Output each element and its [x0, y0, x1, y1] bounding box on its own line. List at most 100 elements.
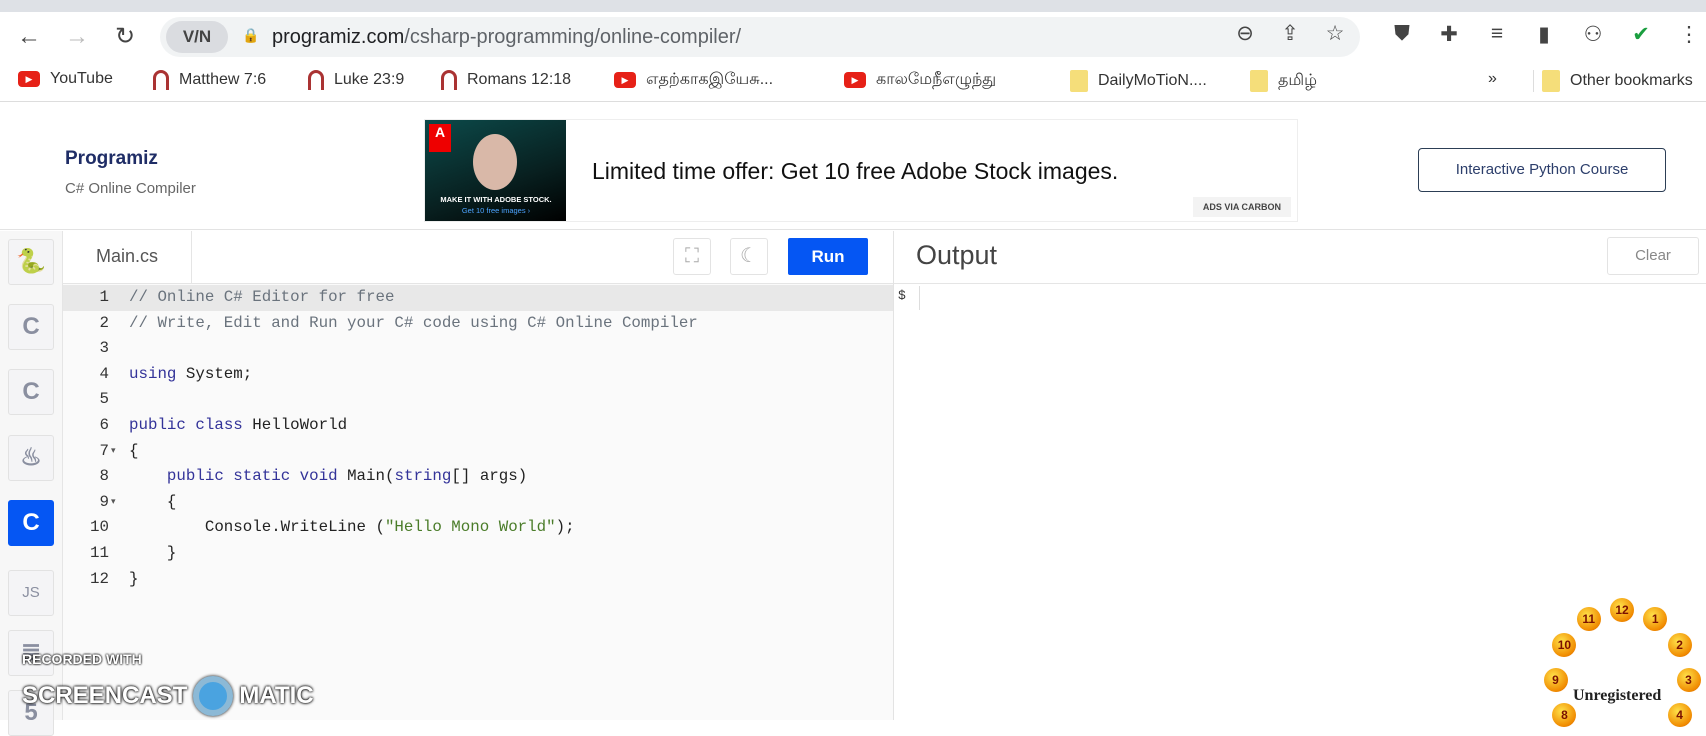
- address-bar[interactable]: V/N 🔒 programiz.com/csharp-programming/o…: [160, 17, 1360, 57]
- clock-number: 3: [1676, 668, 1701, 692]
- menu-icon[interactable]: ⋮: [1674, 22, 1704, 47]
- panel-divider[interactable]: [893, 231, 894, 720]
- bookmark-item[interactable]: ▶ எதற்காகஇயேசு...: [614, 70, 773, 90]
- ad-source[interactable]: ADS VIA CARBON: [1192, 197, 1291, 217]
- sidebar-item-java[interactable]: ♨: [8, 435, 54, 481]
- bookmark-label: YouTube: [50, 70, 113, 87]
- code-line[interactable]: 3: [63, 336, 893, 362]
- tab-main-cs[interactable]: Main.cs: [63, 231, 192, 284]
- clock-number: 9: [1543, 668, 1568, 692]
- code-text: {: [129, 441, 139, 460]
- reload-button[interactable]: ↻: [110, 22, 140, 52]
- url-text[interactable]: programiz.com/csharp-programming/online-…: [272, 26, 741, 49]
- watermark-right: MATIC: [239, 682, 314, 709]
- vpn-badge[interactable]: V/N: [166, 21, 228, 53]
- watermark-recorded: RECORDED WITH: [22, 651, 142, 667]
- media-icon[interactable]: ≡: [1482, 22, 1512, 46]
- back-button[interactable]: ←: [14, 22, 44, 52]
- youtube-icon: ▶: [844, 72, 866, 88]
- ad-caption: MAKE IT WITH ADOBE STOCK.: [440, 195, 552, 204]
- clock-number: 8: [1552, 703, 1577, 727]
- tab-strip: [0, 0, 1706, 12]
- shield-extension-icon[interactable]: ⛊: [1387, 22, 1417, 46]
- code-line[interactable]: 6 public class HelloWorld: [63, 413, 893, 439]
- code-line[interactable]: 11 }: [63, 541, 893, 567]
- lock-icon[interactable]: 🔒: [242, 27, 259, 44]
- ad-text[interactable]: Limited time offer: Get 10 free Adobe St…: [592, 158, 1118, 185]
- bookmark-star-icon[interactable]: ☆: [1320, 21, 1350, 46]
- profile-icon[interactable]: ⚇: [1578, 22, 1608, 47]
- clock-number: 10: [1552, 633, 1577, 657]
- bookmark-label: DailyMoTioN....: [1098, 72, 1207, 89]
- code-text: public class HelloWorld: [129, 416, 348, 434]
- code-line[interactable]: 8 public static void Main(string[] args): [63, 464, 893, 490]
- other-bookmarks-label: Other bookmarks: [1570, 72, 1693, 89]
- bookmarks-overflow-button[interactable]: »: [1488, 70, 1497, 88]
- code-text: // Write, Edit and Run your C# code usin…: [129, 313, 698, 332]
- ad-portrait: [473, 134, 517, 190]
- bookmark-label: எதற்காகஇயேசு...: [646, 71, 774, 88]
- security-check-icon[interactable]: ✔: [1626, 22, 1656, 47]
- line-number: 3: [99, 339, 109, 358]
- language-sidebar: 🐍 C C ♨ C JS ≣ 5: [0, 231, 63, 736]
- dark-mode-button[interactable]: ☾: [730, 238, 768, 275]
- output-gutter: [919, 286, 920, 310]
- bookmark-item[interactable]: Romans 12:18: [441, 70, 571, 90]
- code-text: // Online C# Editor for free: [129, 288, 395, 306]
- code-editor[interactable]: 1 // Online C# Editor for free 2 // Write, …: [63, 284, 893, 720]
- code-text: }: [129, 569, 139, 588]
- extensions-icon[interactable]: ✚: [1434, 22, 1464, 47]
- other-bookmarks[interactable]: Other bookmarks: [1533, 70, 1693, 92]
- line-number: 8: [99, 467, 109, 486]
- line-number: 12: [90, 569, 109, 588]
- bookmark-label: தமிழ்: [1278, 72, 1318, 89]
- programiz-logo[interactable]: Programiz: [65, 148, 158, 170]
- line-number: 10: [90, 518, 109, 537]
- code-line[interactable]: 2 // Write, Edit and Run your C# code usi…: [63, 311, 893, 337]
- sidebar-item-csharp[interactable]: C: [8, 500, 54, 546]
- line-number: 5: [99, 390, 109, 409]
- sidebar-item-cpp[interactable]: C: [8, 369, 54, 415]
- clock-number: 1: [1643, 607, 1668, 632]
- fullscreen-button[interactable]: ⛶: [673, 238, 711, 275]
- bookmark-item[interactable]: ▶ YouTube: [18, 70, 113, 88]
- side-panel-icon[interactable]: ▮: [1529, 22, 1559, 47]
- bookmark-item[interactable]: தமிழ்: [1250, 70, 1317, 92]
- sidebar-item-js[interactable]: JS: [8, 570, 54, 616]
- code-line[interactable]: 1 // Online C# Editor for free: [63, 285, 893, 311]
- bookmark-item[interactable]: Matthew 7:6: [153, 70, 266, 90]
- code-line[interactable]: 10 Console.WriteLine ("Hello Mono World"…: [63, 515, 893, 541]
- clear-button[interactable]: Clear: [1607, 237, 1699, 275]
- code-line[interactable]: 9 ▾ {: [63, 490, 893, 516]
- code-line[interactable]: 7 ▾ {: [63, 439, 893, 465]
- folder-icon: [1070, 70, 1088, 92]
- bookmarks-bar: ▶ YouTube Matthew 7:6 Luke 23:9 Romans 12:18…: [0, 62, 1706, 102]
- bookmark-label: Luke 23:9: [334, 71, 405, 88]
- youtube-icon: ▶: [614, 72, 636, 88]
- adobe-logo-icon: A: [429, 124, 451, 152]
- forward-button[interactable]: →: [62, 22, 92, 52]
- ad-image[interactable]: A MAKE IT WITH ADOBE STOCK. Get 10 free …: [425, 120, 566, 221]
- interactive-python-course-button[interactable]: Interactive Python Course: [1418, 148, 1666, 192]
- line-number: 7: [99, 441, 109, 460]
- code-line[interactable]: 5: [63, 387, 893, 413]
- sidebar-item-python[interactable]: 🐍: [8, 239, 54, 285]
- zoom-icon[interactable]: ⊖: [1230, 21, 1260, 46]
- run-button[interactable]: Run: [788, 238, 868, 275]
- site-header: Programiz C# Online Compiler A MAKE IT W…: [0, 103, 1706, 230]
- watermark-left: SCREENCAST: [22, 682, 188, 709]
- code-line[interactable]: 4 using System;: [63, 362, 893, 388]
- code-line[interactable]: 12}: [63, 567, 893, 593]
- output-prompt: $: [898, 288, 906, 303]
- bookmark-item[interactable]: Luke 23:9: [308, 70, 404, 90]
- fold-arrow-icon[interactable]: ▾: [111, 439, 116, 465]
- output-title: Output: [916, 240, 998, 270]
- ad-banner[interactable]: A MAKE IT WITH ADOBE STOCK. Get 10 free …: [424, 119, 1298, 222]
- bookmark-item[interactable]: ▶ காலமேநீஎழுந்து: [844, 70, 996, 90]
- share-icon[interactable]: ⇪: [1275, 21, 1305, 46]
- sidebar-item-c[interactable]: C: [8, 304, 54, 350]
- bookmark-item[interactable]: DailyMoTioN....: [1070, 70, 1207, 92]
- code-text: {: [129, 492, 177, 511]
- fold-arrow-icon[interactable]: ▾: [111, 490, 116, 516]
- line-number: 9: [99, 492, 109, 511]
